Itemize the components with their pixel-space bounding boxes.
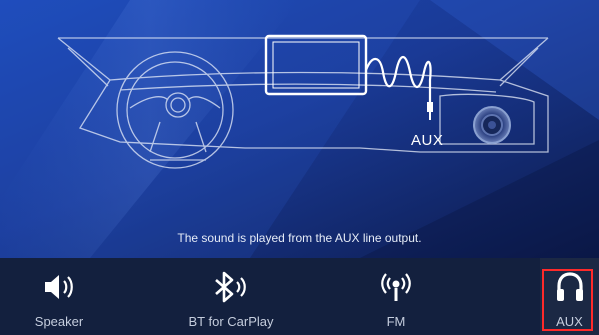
tab-aux-selected[interactable]: AUX xyxy=(540,258,599,335)
car-dashboard-illustration xyxy=(0,0,599,258)
tab-fm-label: FM xyxy=(386,314,406,329)
tab-bt-label: BT for CarPlay xyxy=(188,314,274,329)
output-description: The sound is played from the AUX line ou… xyxy=(177,231,422,245)
bluetooth-icon xyxy=(160,270,302,304)
speaker-icon xyxy=(0,270,118,304)
fm-radio-icon xyxy=(360,270,432,304)
audio-output-screen: AUX The sound is played from the AUX lin… xyxy=(0,0,599,335)
tab-speaker-label: Speaker xyxy=(34,314,84,329)
audio-source-bar: Speaker BT for CarPlay FM AUX xyxy=(0,258,599,335)
aux-port-label: AUX xyxy=(411,132,444,149)
tab-fm[interactable]: FM xyxy=(360,258,432,335)
headphones-icon xyxy=(540,270,599,304)
tab-speaker[interactable]: Speaker xyxy=(0,258,118,335)
aux-illustration-panel: AUX The sound is played from the AUX lin… xyxy=(0,0,599,258)
tab-aux-label: AUX xyxy=(556,314,583,329)
tab-bt-for-carplay[interactable]: BT for CarPlay xyxy=(160,258,302,335)
